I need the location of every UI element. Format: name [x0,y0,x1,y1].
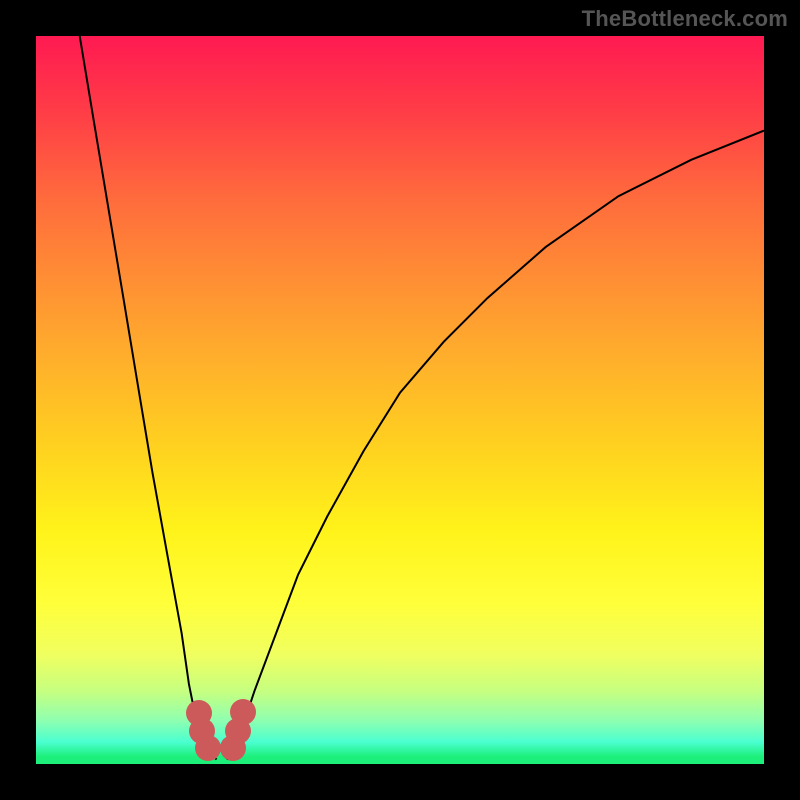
marker-dot [230,699,256,725]
chart-frame: TheBottleneck.com [0,0,800,800]
watermark-text: TheBottleneck.com [582,6,788,32]
plot-area [36,36,764,764]
marker-dot [195,735,221,761]
markers-layer [36,36,764,764]
